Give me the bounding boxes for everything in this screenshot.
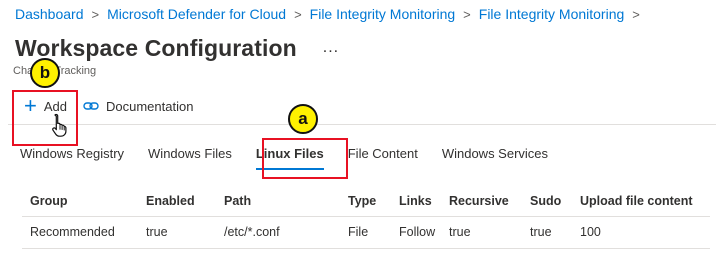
cell-recursive: true	[449, 225, 471, 239]
tab-windows-files[interactable]: Windows Files	[148, 140, 232, 170]
documentation-button-label: Documentation	[106, 98, 194, 114]
column-header-type[interactable]: Type	[348, 188, 376, 214]
column-header-group[interactable]: Group	[30, 188, 68, 214]
cell-group: Recommended	[30, 225, 115, 239]
breadcrumb-dashboard[interactable]: Dashboard	[15, 6, 84, 22]
annotation-badge-a: a	[288, 104, 318, 134]
chevron-right-icon: >	[632, 6, 640, 22]
column-header-enabled[interactable]: Enabled	[146, 188, 195, 214]
column-header-links[interactable]: Links	[399, 188, 432, 214]
toolbar-divider	[8, 124, 716, 125]
cell-links: Follow	[399, 225, 436, 239]
page-title: Workspace Configuration	[15, 34, 297, 61]
linux-files-tab-callout	[262, 138, 348, 179]
documentation-button[interactable]: Documentation	[83, 93, 193, 119]
column-header-recursive[interactable]: Recursive	[449, 188, 509, 214]
chevron-right-icon: >	[294, 6, 302, 22]
chevron-right-icon: >	[91, 6, 100, 22]
tab-windows-services[interactable]: Windows Services	[442, 140, 548, 170]
cell-type: File	[348, 225, 369, 239]
cell-upload: 100	[580, 225, 601, 239]
breadcrumb-defender-for-cloud[interactable]: Microsoft Defender for Cloud	[107, 6, 286, 22]
cell-enabled: true	[146, 225, 168, 239]
table-row[interactable]: Recommended true /etc/*.conf File Follow…	[22, 217, 710, 249]
link-icon	[83, 102, 99, 110]
annotation-badge-b: b	[30, 58, 60, 88]
title-row: Workspace Configuration ...	[15, 33, 339, 63]
tab-file-content[interactable]: File Content	[348, 140, 418, 170]
column-header-upload[interactable]: Upload file content	[580, 188, 693, 214]
hand-cursor-icon	[52, 113, 67, 137]
breadcrumb: Dashboard > Microsoft Defender for Cloud…	[15, 5, 648, 23]
more-icon[interactable]: ...	[323, 39, 339, 57]
column-header-sudo[interactable]: Sudo	[530, 188, 561, 214]
linux-files-table: Group Enabled Path Type Links Recursive …	[22, 188, 710, 249]
chevron-right-icon: >	[463, 6, 471, 22]
column-header-path[interactable]: Path	[224, 188, 251, 214]
cell-path: /etc/*.conf	[224, 225, 280, 239]
breadcrumb-file-integrity-monitoring[interactable]: File Integrity Monitoring	[310, 6, 456, 22]
cell-sudo: true	[530, 225, 552, 239]
breadcrumb-file-integrity-monitoring-current[interactable]: File Integrity Monitoring	[479, 6, 625, 22]
table-header-row: Group Enabled Path Type Links Recursive …	[22, 188, 710, 217]
